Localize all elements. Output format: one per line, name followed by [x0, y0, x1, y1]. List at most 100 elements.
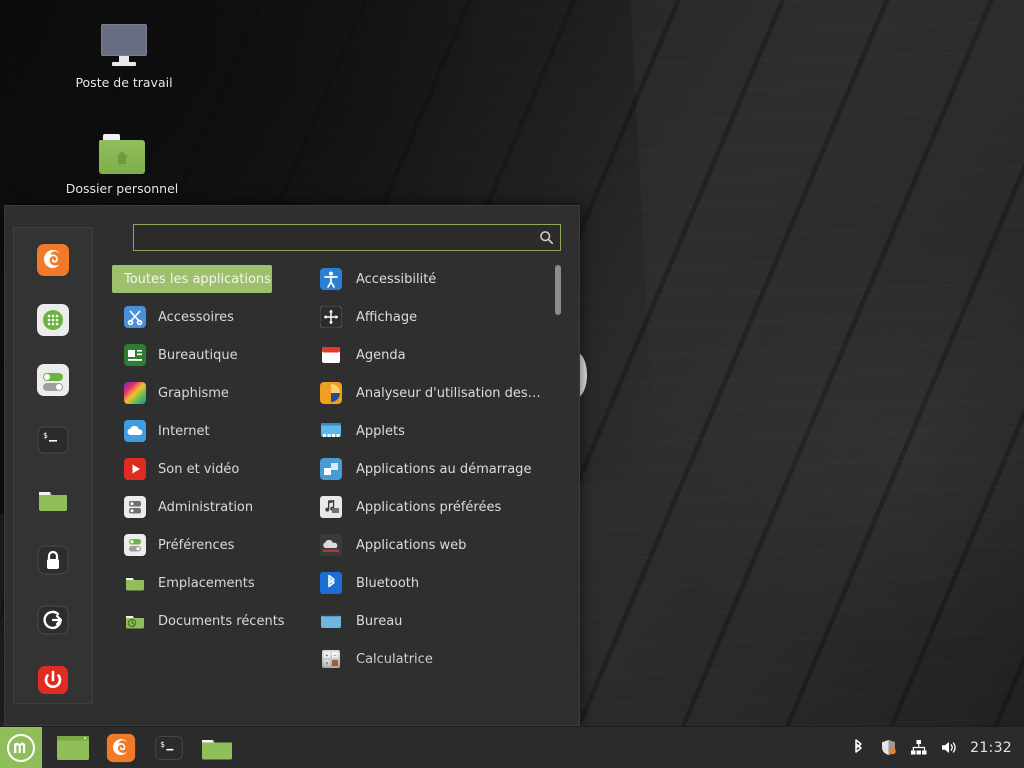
svg-text:−: − — [333, 653, 336, 659]
app-label: Accessibilité — [356, 271, 437, 287]
green-window-icon — [57, 735, 89, 760]
desktop-icon-label: Poste de travail — [75, 75, 173, 90]
category-places[interactable]: Emplacements — [112, 569, 308, 597]
application-menu: $ Toutes les applications Accessoires Bu… — [4, 205, 580, 726]
desktop-icon-label: Dossier personnel — [65, 181, 179, 196]
network-tray-icon — [911, 740, 927, 755]
app-label: Affichage — [356, 309, 418, 325]
window-button-firefox[interactable] — [102, 731, 140, 765]
system-tray: 21:32 — [850, 739, 1024, 756]
favorite-firefox[interactable] — [35, 242, 71, 278]
home-folder-icon — [62, 122, 182, 174]
app-item-disk-usage-analyzer[interactable]: Analyseur d'utilisation des… — [320, 379, 579, 407]
desktop-icon-computer[interactable]: Poste de travail — [64, 16, 184, 91]
category-office[interactable]: Bureautique — [112, 341, 308, 369]
volume-tray-icon — [942, 742, 956, 753]
favorite-system-settings[interactable] — [35, 362, 71, 398]
accessibility-icon — [320, 268, 342, 290]
files-icon — [39, 492, 67, 511]
category-label: Bureautique — [158, 347, 238, 363]
scrollbar-thumb[interactable] — [555, 265, 561, 315]
window-button-files[interactable] — [54, 731, 92, 765]
category-label: Administration — [158, 499, 254, 515]
clock[interactable]: 21:32 — [970, 740, 1012, 756]
logout-icon — [37, 605, 69, 635]
category-accessories[interactable]: Accessoires — [112, 303, 308, 331]
house-glyph — [116, 151, 128, 164]
app-item-desktop[interactable]: Bureau — [320, 607, 579, 635]
folder-icon — [202, 739, 232, 759]
firefox-icon — [106, 733, 136, 762]
category-internet[interactable]: Internet — [112, 417, 308, 445]
window-button-terminal[interactable]: $ — [150, 731, 188, 765]
linux-mint-logo-icon — [7, 733, 35, 762]
category-label: Internet — [158, 423, 210, 439]
favorite-terminal[interactable]: $ — [35, 422, 71, 458]
app-item-calculator[interactable]: + − × Calculatrice — [320, 645, 579, 673]
category-label: Documents récents — [158, 613, 285, 629]
favorite-lock-screen[interactable] — [35, 542, 71, 578]
app-item-accessibility[interactable]: Accessibilité — [320, 265, 579, 293]
terminal-icon: $ — [155, 735, 183, 760]
tray-bluetooth[interactable] — [850, 739, 867, 756]
tray-network[interactable] — [910, 739, 927, 756]
software-manager-icon — [37, 304, 69, 336]
category-label: Emplacements — [158, 575, 255, 591]
favorite-logout[interactable] — [35, 602, 71, 638]
web-apps-icon — [320, 534, 342, 556]
favorite-shutdown[interactable] — [35, 662, 71, 698]
desktop-icon-home[interactable]: Dossier personnel — [62, 122, 182, 197]
app-label: Applets — [356, 423, 405, 439]
desktop-screen: Poste de travail Dossier personnel $ Tou… — [0, 0, 1024, 768]
menu-columns: Toutes les applications Accessoires Bure… — [93, 265, 579, 725]
office-icon — [124, 344, 146, 366]
favorite-files[interactable] — [35, 482, 71, 518]
search-input[interactable] — [133, 224, 561, 251]
taskbar: $ 21:32 — [0, 726, 1024, 768]
app-item-startup-applications[interactable]: Applications au démarrage — [320, 455, 579, 483]
menu-button[interactable] — [0, 726, 42, 768]
tray-update-manager[interactable] — [880, 739, 897, 756]
category-label: Son et vidéo — [158, 461, 240, 477]
category-label: Préférences — [158, 537, 235, 553]
app-label: Applications web — [356, 537, 467, 553]
app-item-bluetooth[interactable]: Bluetooth — [320, 569, 579, 597]
category-administration[interactable]: Administration — [112, 493, 308, 521]
app-label: Agenda — [356, 347, 406, 363]
app-item-applets[interactable]: Applets — [320, 417, 579, 445]
graphics-icon — [124, 382, 146, 404]
category-graphics[interactable]: Graphisme — [112, 379, 308, 407]
app-label: Applications préférées — [356, 499, 502, 515]
applets-icon — [321, 423, 341, 437]
category-preferences[interactable]: Préférences — [112, 531, 308, 559]
tray-volume[interactable] — [940, 739, 957, 756]
app-item-preferred-applications[interactable]: Applications préférées — [320, 493, 579, 521]
category-sound-video[interactable]: Son et vidéo — [112, 455, 308, 483]
application-list-scrollbar[interactable] — [555, 265, 561, 725]
app-item-display[interactable]: Affichage — [320, 303, 579, 331]
svg-text:+: + — [325, 653, 328, 659]
category-label: Graphisme — [158, 385, 229, 401]
internet-icon — [124, 420, 146, 442]
window-button-folder[interactable] — [198, 731, 236, 765]
all-applications-label: Toutes les applications — [124, 271, 271, 287]
category-label: Accessoires — [158, 309, 234, 325]
app-label: Bureau — [356, 613, 403, 629]
system-settings-icon — [37, 364, 69, 396]
category-all-applications[interactable]: Toutes les applications — [112, 265, 272, 293]
svg-text:$: $ — [160, 740, 165, 749]
terminal-icon: $ — [37, 426, 69, 454]
application-list[interactable]: Accessibilité Affichage Agenda Analyseur… — [308, 265, 579, 725]
preferences-icon — [124, 534, 146, 556]
app-item-calendar[interactable]: Agenda — [320, 341, 579, 369]
calculator-icon: + −× — [322, 650, 340, 668]
disk-usage-analyzer-icon — [320, 382, 342, 404]
bluetooth-tray-icon — [855, 739, 862, 753]
category-list: Toutes les applications Accessoires Bure… — [93, 265, 308, 725]
app-item-web-apps[interactable]: Applications web — [320, 531, 579, 559]
favorite-software-manager[interactable] — [35, 302, 71, 338]
update-shield-tray-icon — [882, 740, 896, 755]
category-recent-documents[interactable]: Documents récents — [112, 607, 308, 635]
svg-text:$: $ — [43, 431, 48, 440]
app-label: Bluetooth — [356, 575, 420, 591]
